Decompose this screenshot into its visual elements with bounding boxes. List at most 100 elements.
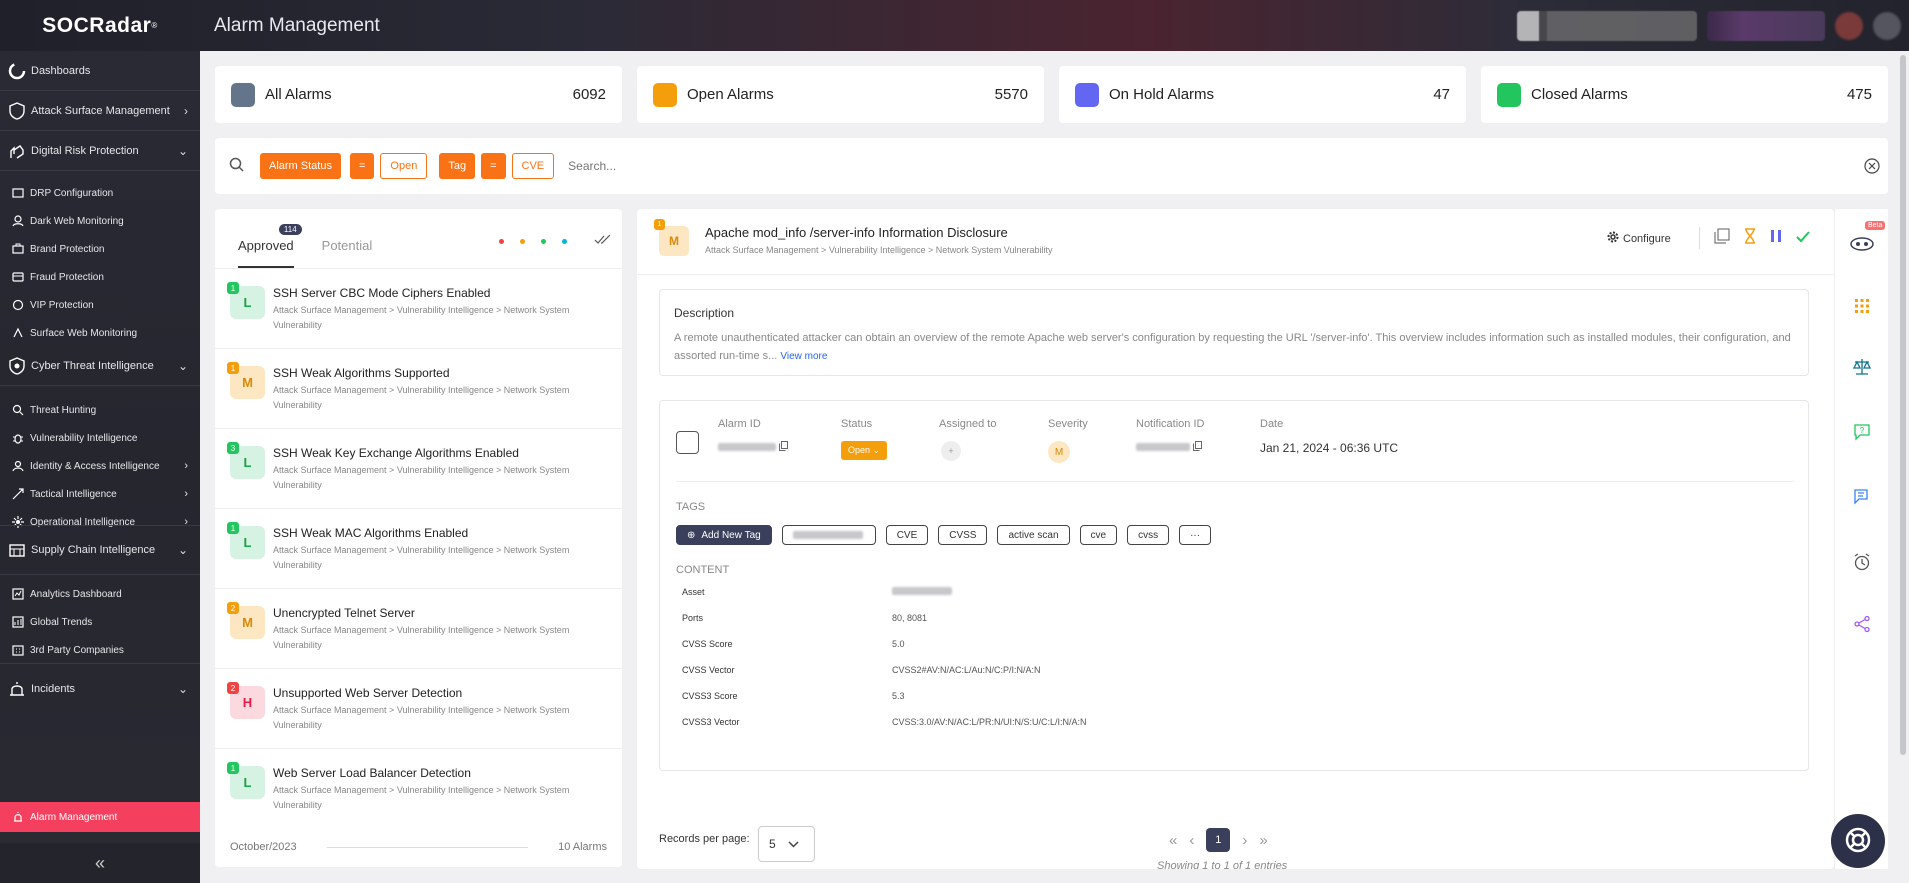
tag-chip[interactable]: cve <box>1079 525 1118 545</box>
stat-label: All Alarms <box>265 86 332 103</box>
status-field: Status Open ⌄ <box>841 418 888 460</box>
list-item[interactable]: L 1 SSH Server CBC Mode Ciphers Enabled … <box>215 269 622 349</box>
sidebar-item-supply-chain[interactable]: Supply Chain Intelligence ⌄ <box>0 525 200 575</box>
next-page-icon[interactable]: › <box>1242 832 1247 849</box>
sidebar-item-attack-surface[interactable]: Attack Surface Management › <box>0 91 200 131</box>
notifications-icon[interactable] <box>1835 11 1863 40</box>
config-icon <box>11 186 25 200</box>
brand-icon <box>11 242 25 256</box>
question-chat-icon[interactable]: ? <box>1852 422 1872 442</box>
alarm-count-badge: 1 <box>227 282 239 294</box>
stat-open-alarms[interactable]: Open Alarms 5570 <box>637 66 1044 123</box>
clear-search-icon[interactable] <box>1864 158 1880 177</box>
sidebar-item-vip-protection[interactable]: VIP Protection <box>0 290 200 320</box>
filter-chip-value[interactable]: Open <box>380 153 428 179</box>
filter-chip-field[interactable]: Alarm Status <box>260 153 341 179</box>
robot-icon[interactable] <box>1848 233 1876 253</box>
assign-user-button[interactable]: + <box>941 441 961 461</box>
chat-icon[interactable] <box>1852 487 1872 507</box>
tag-chip[interactable]: CVSS <box>938 525 988 545</box>
tag-chip[interactable]: CVE <box>885 525 929 545</box>
list-item[interactable]: H 2 Unsupported Web Server Detection Att… <box>215 669 622 749</box>
user-avatar[interactable] <box>1873 11 1901 40</box>
grid-icon[interactable] <box>1852 296 1872 316</box>
list-item[interactable]: L 3 SSH Weak Key Exchange Algorithms Ena… <box>215 429 622 509</box>
view-more-link[interactable]: View more <box>780 351 827 362</box>
tag-chip[interactable]: cvss <box>1127 525 1170 545</box>
copy-alarm-icon[interactable] <box>1714 228 1730 248</box>
sidebar-item-vulnerability-intel[interactable]: Vulnerability Intelligence <box>0 423 200 453</box>
records-per-page-select[interactable]: 5 <box>758 826 815 862</box>
info-filter-dot[interactable] <box>562 239 567 244</box>
socradar-logo[interactable]: SOCRadar ® <box>0 0 200 51</box>
filter-chip-field[interactable]: Tag <box>439 153 476 179</box>
filter-chip-value[interactable]: CVE <box>511 153 555 179</box>
prev-page-icon[interactable]: ‹ <box>1189 832 1194 849</box>
sidebar-item-alarm-management-active[interactable]: Alarm Management <box>0 802 200 832</box>
help-lifebuoy-button[interactable] <box>1831 814 1885 868</box>
last-page-icon[interactable]: » <box>1259 832 1267 849</box>
low-filter-dot[interactable] <box>541 239 546 244</box>
stat-on-hold-alarms[interactable]: On Hold Alarms 47 <box>1059 66 1466 123</box>
tag-chip[interactable]: active scan <box>997 525 1070 545</box>
sidebar-item-fraud-protection[interactable]: Fraud Protection <box>0 262 200 292</box>
content-row: CVSS3 Score 5.3 <box>682 691 1087 717</box>
sidebar-item-cyber-threat[interactable]: Cyber Threat Intelligence ⌄ <box>0 346 200 386</box>
configure-button[interactable]: Configure <box>1607 231 1671 246</box>
copy-icon[interactable] <box>1193 441 1203 454</box>
sidebar-item-incidents[interactable]: Incidents ⌄ <box>0 663 200 713</box>
first-page-icon[interactable]: « <box>1169 832 1177 849</box>
content-key: CVSS3 Vector <box>682 717 740 727</box>
collapse-sidebar-button[interactable]: « <box>0 843 200 883</box>
stat-all-alarms[interactable]: All Alarms 6092 <box>215 66 622 123</box>
sidebar-item-surface-web[interactable]: Surface Web Monitoring <box>0 318 200 348</box>
share-icon[interactable] <box>1852 614 1872 634</box>
plan-badge[interactable] <box>1707 10 1825 41</box>
company-selector[interactable] <box>1517 10 1697 41</box>
notification-id-label: Notification ID <box>1136 418 1205 430</box>
copy-icon[interactable] <box>779 441 789 454</box>
select-all-check-icon[interactable] <box>594 234 612 249</box>
sidebar-item-brand-protection[interactable]: Brand Protection <box>0 234 200 264</box>
stat-closed-alarms[interactable]: Closed Alarms 475 <box>1481 66 1888 123</box>
sidebar-item-threat-hunting[interactable]: Threat Hunting <box>0 395 200 425</box>
alarm-clock-icon[interactable] <box>1852 552 1872 572</box>
search-input[interactable] <box>568 159 969 173</box>
scale-icon[interactable] <box>1852 357 1872 377</box>
sidebar-item-global-trends[interactable]: Global Trends <box>0 607 200 637</box>
more-tags-button[interactable]: ··· <box>1179 525 1212 545</box>
hourglass-icon[interactable] <box>1744 228 1756 248</box>
pause-icon[interactable] <box>1770 229 1782 247</box>
sidebar-item-dashboards[interactable]: Dashboards <box>0 51 200 91</box>
page-scrollbar[interactable] <box>1900 55 1906 755</box>
tag-blurred[interactable] <box>781 525 876 545</box>
tab-potential[interactable]: Potential <box>322 238 373 268</box>
medium-filter-dot[interactable] <box>520 239 525 244</box>
sidebar-item-analytics-dashboard[interactable]: Analytics Dashboard <box>0 579 200 609</box>
content-key: CVSS Vector <box>682 665 735 675</box>
chevron-down-icon: ⌄ <box>177 543 188 557</box>
sidebar-item-dark-web[interactable]: Dark Web Monitoring <box>0 206 200 236</box>
sidebar-item-digital-risk[interactable]: Digital Risk Protection ⌄ <box>0 131 200 171</box>
chevron-right-icon: › <box>184 103 188 118</box>
tab-approved[interactable]: Approved 114 <box>238 224 302 268</box>
sidebar-item-drp-configuration[interactable]: DRP Configuration <box>0 178 200 208</box>
filter-chip-operator[interactable]: = <box>481 153 506 179</box>
list-item[interactable]: L 1 SSH Weak MAC Algorithms Enabled Atta… <box>215 509 622 589</box>
filter-chip-operator[interactable]: = <box>349 153 375 179</box>
list-item-path: Attack Surface Management > Vulnerabilit… <box>273 625 570 650</box>
current-page-button[interactable]: 1 <box>1206 828 1231 852</box>
sidebar-item-label: Brand Protection <box>30 243 105 255</box>
resolve-check-icon[interactable] <box>1796 230 1810 247</box>
status-dropdown[interactable]: Open ⌄ <box>841 441 888 460</box>
select-alarm-checkbox[interactable] <box>676 431 699 454</box>
list-item[interactable]: M 2 Unencrypted Telnet Server Attack Sur… <box>215 589 622 669</box>
list-item[interactable]: M 1 SSH Weak Algorithms Supported Attack… <box>215 349 622 429</box>
add-new-tag-button[interactable]: ⊕ Add New Tag <box>676 525 772 545</box>
sidebar-item-label: Cyber Threat Intelligence <box>31 359 154 372</box>
sidebar-item-tactical-intel[interactable]: Tactical Intelligence › <box>0 479 200 509</box>
list-item[interactable]: L 1 Web Server Load Balancer Detection A… <box>215 749 622 829</box>
critical-filter-dot[interactable] <box>499 239 504 244</box>
sidebar-item-identity-access[interactable]: Identity & Access Intelligence › <box>0 451 200 481</box>
sidebar-item-third-party[interactable]: 3rd Party Companies <box>0 635 200 665</box>
